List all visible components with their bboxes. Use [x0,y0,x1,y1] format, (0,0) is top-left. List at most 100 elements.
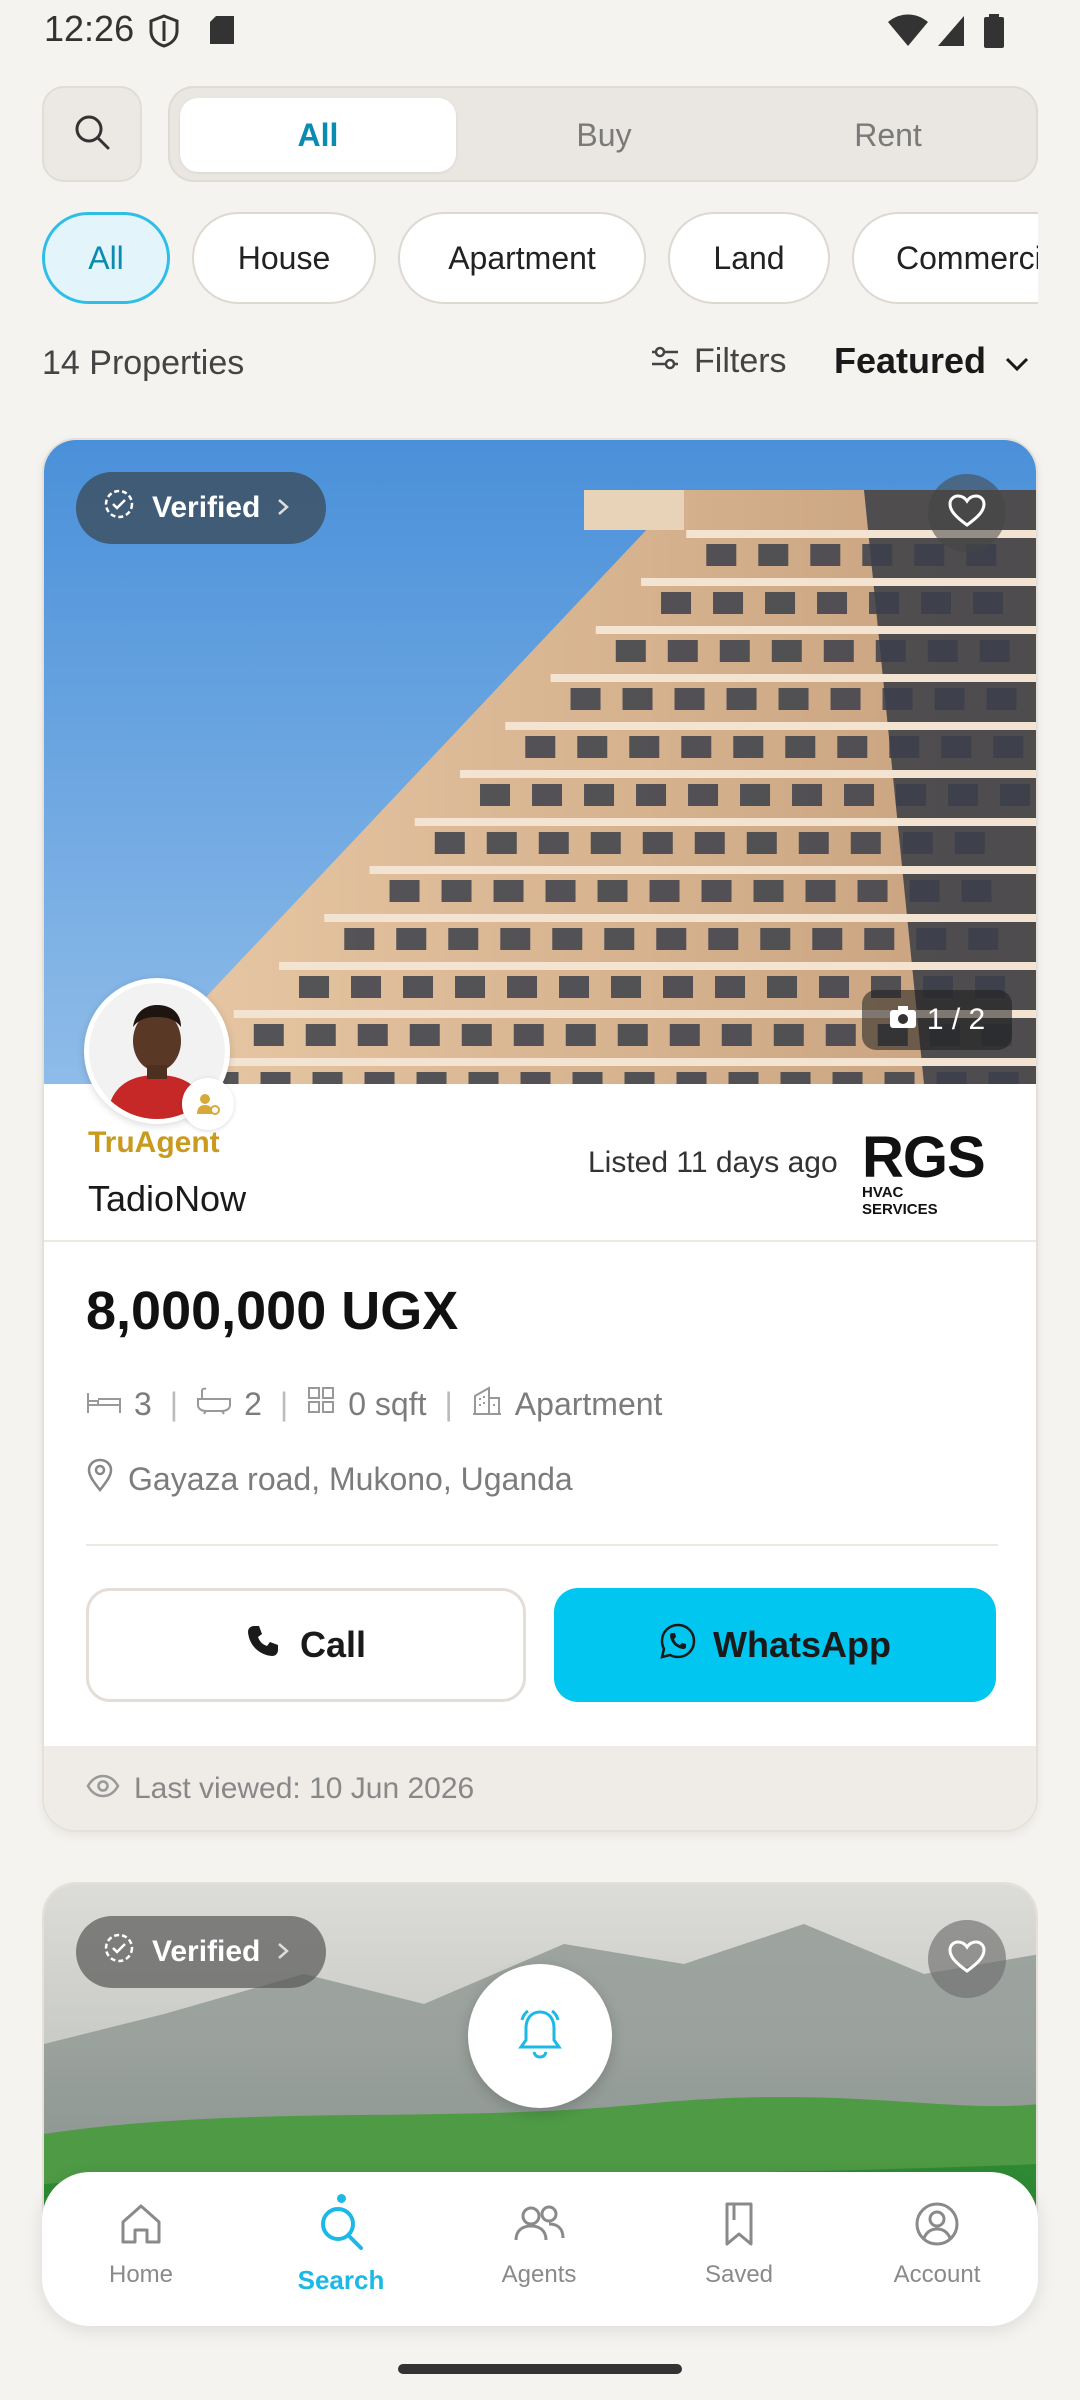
card-footer: Last viewed: 10 Jun 2026 [44,1746,1036,1830]
property-card[interactable]: Verified 1 / 2 TruAgent TadioNow Listed … [42,438,1038,1832]
nav-saved-label: Saved [704,2261,774,2288]
chip-all[interactable]: All [42,212,170,304]
heart-icon [948,1939,986,1979]
bedrooms-count: 3 [134,1385,152,1422]
bathrooms: 2 [196,1386,262,1423]
verified-label: Verified [152,491,261,524]
verified-badge[interactable]: Verified [76,1916,326,1988]
heart-icon [948,493,986,533]
home-icon [117,2200,165,2255]
separator: | [169,1385,179,1422]
chip-house[interactable]: House [192,212,376,304]
status-time: 12:26 [44,8,135,49]
call-label: Call [299,1624,367,1665]
bed-icon [86,1386,122,1423]
properties-count: 14 Properties [42,344,245,382]
phone-icon [246,1624,280,1667]
home-indicator[interactable] [398,2364,682,2374]
nav-agents[interactable]: Agents [464,2200,614,2289]
verified-badge[interactable]: Verified [76,472,326,544]
segment-all[interactable]: All [180,98,456,172]
bottom-navigation: Home Search Agents Saved Account [42,2172,1038,2326]
segment-buy[interactable]: Buy [466,98,742,172]
divider [44,1240,1036,1242]
signal-icon [936,14,966,53]
building-icon [471,1384,503,1424]
eye-icon [86,1772,120,1806]
agents-icon [511,2200,567,2255]
chevron-right-icon [276,491,290,525]
chip-apartment[interactable]: Apartment [398,212,646,304]
search-button[interactable] [42,86,142,182]
nav-agents-label: Agents [501,2261,577,2288]
favorite-button[interactable] [928,1920,1006,1998]
photo-counter-text: 1 / 2 [926,1003,986,1036]
search-icon [316,2200,366,2259]
sliders-icon [650,342,680,381]
verified-label: Verified [152,1935,261,1968]
call-button[interactable]: Call [86,1588,526,1702]
listed-date: Listed 11 days ago [588,1146,838,1179]
active-indicator-dot [337,2194,346,2203]
favorite-button[interactable] [928,474,1006,552]
area: 0 sqft [306,1385,426,1423]
category-chips: All House Apartment Land Commercial [42,210,1038,306]
property-type-label: Apartment [514,1385,663,1422]
property-price: 8,000,000 UGX [86,1281,459,1341]
divider [86,1544,998,1546]
agent-tag: TruAgent [88,1126,220,1159]
wifi-icon [888,14,928,53]
nav-saved[interactable]: Saved [664,2200,814,2289]
battery-icon [984,14,1004,53]
bath-icon [196,1386,232,1423]
agent-name[interactable]: TadioNow [88,1178,246,1220]
alerts-fab[interactable] [468,1964,612,2108]
chip-commercial[interactable]: Commercial [852,212,1038,304]
segment-rent[interactable]: Rent [750,98,1026,172]
brand-logo: RGS HVAC SERVICES [862,1125,986,1219]
bell-icon [516,2008,564,2065]
whatsapp-label: WhatsApp [713,1624,891,1665]
sort-label: Featured [834,340,987,381]
shield-status-icon [148,14,180,53]
sd-card-icon [208,14,236,51]
property-type: Apartment [471,1384,663,1424]
chevron-down-icon [1004,340,1030,382]
photo-counter: 1 / 2 [862,990,1012,1050]
property-specs: 3 | 2 | 0 sqft | Apartment [86,1384,662,1424]
sort-dropdown[interactable]: Featured [834,340,1030,382]
last-viewed-text: Last viewed: 10 Jun 2026 [134,1772,475,1805]
last-viewed: Last viewed: 10 Jun 2026 [86,1772,474,1806]
nav-home[interactable]: Home [66,2200,216,2289]
nav-account-label: Account [893,2261,981,2288]
filters-label: Filters [694,342,787,380]
nav-account[interactable]: Account [862,2200,1012,2289]
search-icon [72,112,112,157]
account-icon [913,2200,961,2255]
area-icon [306,1385,336,1423]
area-value: 0 sqft [348,1385,427,1422]
bedrooms: 3 [86,1386,152,1423]
bathrooms-count: 2 [244,1385,262,1422]
chip-land[interactable]: Land [668,212,830,304]
location-pin-icon [86,1458,114,1500]
bookmark-icon [717,2200,761,2255]
nav-search[interactable]: Search [266,2194,416,2296]
location-text: Gayaza road, Mukono, Uganda [128,1460,573,1497]
brand-logo-main: RGS [862,1125,986,1190]
camera-icon [889,1003,917,1037]
verified-check-icon [102,487,136,529]
nav-home-label: Home [108,2261,174,2288]
chevron-right-icon [276,1935,290,1969]
listing-type-segmented: All Buy Rent [168,86,1038,182]
verified-check-icon [102,1931,136,1973]
whatsapp-button[interactable]: WhatsApp [554,1588,996,1702]
filters-button[interactable]: Filters [650,342,787,381]
agent-badge-icon [182,1078,234,1130]
status-bar: 12:26 [0,0,1080,62]
property-location: Gayaza road, Mukono, Uganda [86,1458,573,1500]
separator: | [444,1385,453,1422]
separator: | [279,1385,289,1422]
whatsapp-icon [659,1622,697,1669]
nav-search-label: Search [297,2265,385,2295]
